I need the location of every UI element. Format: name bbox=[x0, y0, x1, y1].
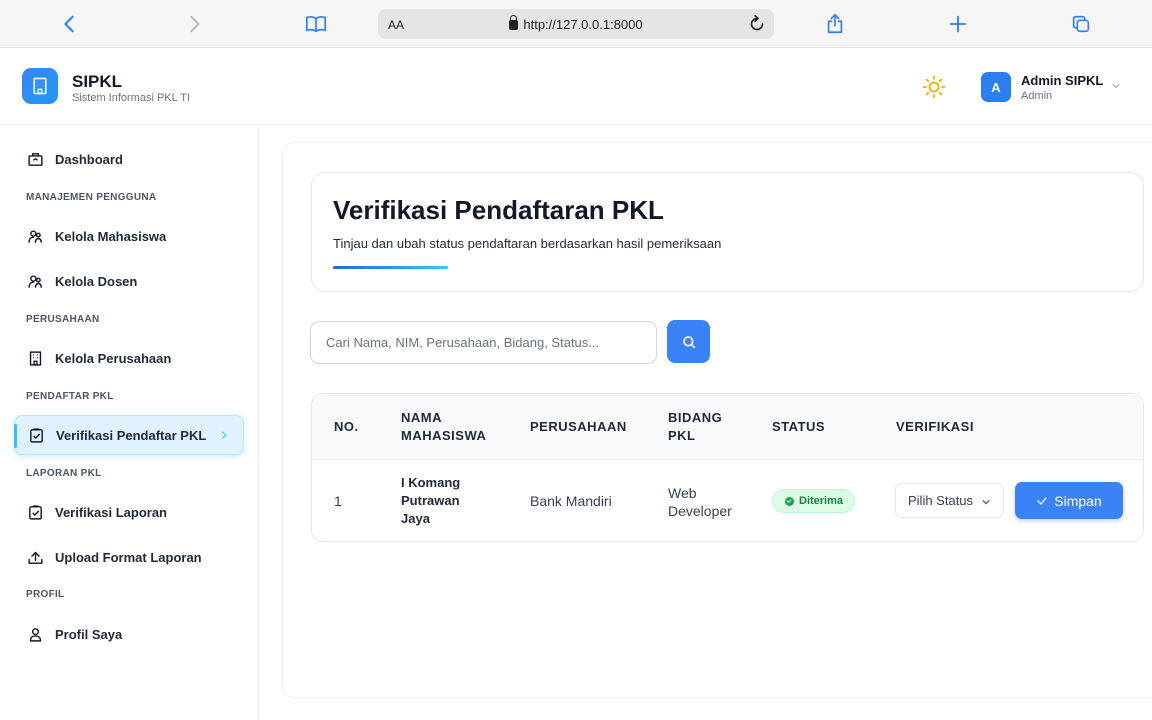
browser-toolbar: AA http://127.0.0.1:8000 bbox=[0, 0, 1152, 48]
page-subtitle: Tinjau dan ubah status pendaftaran berda… bbox=[333, 236, 722, 251]
sidebar-item-label: Kelola Dosen bbox=[55, 273, 138, 289]
check-doc-icon bbox=[26, 503, 44, 521]
tabs-icon[interactable] bbox=[1067, 10, 1095, 38]
registrations-table: NO. NAMA MAHASISWA PERUSAHAAN BIDANG PKL… bbox=[311, 393, 1144, 542]
building-icon bbox=[33, 77, 47, 95]
url-text: http://127.0.0.1:8000 bbox=[378, 15, 774, 32]
chevron-down-icon bbox=[982, 500, 990, 505]
sidebar-item-verifikasi-laporan[interactable]: Verifikasi Laporan bbox=[14, 492, 244, 532]
user-icon bbox=[26, 625, 44, 643]
sidebar-item-label: Dashboard bbox=[55, 151, 123, 167]
cell-perusahaan: Bank Mandiri bbox=[530, 493, 612, 509]
section-heading-pendaftar: PENDAFTAR PKL bbox=[26, 391, 114, 402]
user-avatar[interactable]: A bbox=[981, 72, 1011, 102]
user-name[interactable]: Admin SIPKL bbox=[1021, 73, 1103, 88]
column-header-nama: NAMA MAHASISWA bbox=[401, 409, 486, 445]
bookmarks-icon[interactable] bbox=[302, 10, 330, 38]
app-name: SIPKL bbox=[72, 72, 123, 91]
cell-nama: I Komang Putrawan Jaya bbox=[401, 474, 460, 528]
app-header: SIPKL Sistem Informasi PKL TI A Admin SI… bbox=[0, 48, 1152, 125]
sidebar-item-label: Verifikasi Laporan bbox=[55, 504, 167, 520]
sidebar-item-kelola-perusahaan[interactable]: Kelola Perusahaan bbox=[14, 338, 244, 378]
title-accent-bar bbox=[333, 266, 448, 269]
dashboard-icon bbox=[26, 150, 44, 168]
sidebar-item-profil[interactable]: Profil Saya bbox=[14, 614, 244, 654]
back-icon[interactable] bbox=[56, 10, 84, 38]
column-header-status: STATUS bbox=[772, 419, 826, 434]
section-heading-perusahaan: PERUSAHAAN bbox=[26, 314, 100, 325]
section-heading-profil: PROFIL bbox=[26, 589, 65, 600]
save-button-label: Simpan bbox=[1054, 492, 1102, 509]
column-header-bidang-line: BIDANG bbox=[668, 410, 723, 425]
status-select-value: Pilih Status bbox=[908, 493, 974, 508]
sidebar-item-kelola-dosen[interactable]: Kelola Dosen bbox=[14, 261, 244, 301]
chevron-down-icon[interactable] bbox=[1110, 80, 1122, 92]
column-header-nama-line: NAMA bbox=[401, 410, 442, 425]
column-header-bidang: BIDANG PKL bbox=[668, 409, 722, 445]
save-button[interactable]: Simpan bbox=[1015, 482, 1123, 519]
sidebar-item-label: Profil Saya bbox=[55, 626, 123, 642]
column-header-verifikasi: VERIFIKASI bbox=[896, 419, 974, 434]
check-doc-icon bbox=[27, 426, 45, 444]
sidebar-item-kelola-mahasiswa[interactable]: Kelola Mahasiswa bbox=[14, 216, 244, 256]
sidebar-item-label: Kelola Perusahaan bbox=[55, 350, 172, 366]
app-subtitle: Sistem Informasi PKL TI bbox=[72, 92, 190, 104]
sidebar-item-upload-format[interactable]: Upload Format Laporan bbox=[14, 537, 244, 577]
sidebar-item-label: Upload Format Laporan bbox=[55, 549, 202, 565]
cell-nama-line: Putrawan bbox=[401, 493, 460, 508]
check-circle-icon bbox=[785, 496, 794, 506]
cell-nama-line: I Komang bbox=[401, 475, 461, 490]
share-icon[interactable] bbox=[821, 10, 849, 38]
users-icon bbox=[26, 227, 44, 245]
search-button[interactable] bbox=[667, 320, 710, 363]
column-header-bidang-line: PKL bbox=[668, 428, 696, 443]
reload-icon[interactable] bbox=[746, 13, 768, 35]
column-header-no: NO. bbox=[334, 419, 359, 434]
sidebar-item-label: Verifikasi Pendaftar PKL bbox=[56, 427, 207, 443]
page-title: Verifikasi Pendaftaran PKL bbox=[333, 195, 664, 225]
table-header: NO. NAMA MAHASISWA PERUSAHAAN BIDANG PKL… bbox=[312, 394, 1143, 460]
search-icon bbox=[682, 335, 695, 348]
sidebar-item-dashboard[interactable]: Dashboard bbox=[14, 139, 244, 179]
url-value: http://127.0.0.1:8000 bbox=[523, 17, 643, 32]
upload-icon bbox=[26, 548, 44, 566]
chevron-right-icon bbox=[222, 431, 227, 439]
app-logo[interactable] bbox=[22, 68, 58, 104]
sidebar-item-verifikasi-pendaftar[interactable]: Verifikasi Pendaftar PKL bbox=[14, 415, 244, 455]
section-heading-laporan: LAPORAN PKL bbox=[26, 468, 102, 479]
new-tab-icon[interactable] bbox=[944, 10, 972, 38]
column-header-nama-line: MAHASISWA bbox=[401, 428, 487, 443]
page-header-card bbox=[311, 172, 1144, 292]
sun-icon[interactable] bbox=[922, 75, 946, 99]
section-heading-pengguna: MANAJEMEN PENGGUNA bbox=[26, 192, 157, 203]
user-role: Admin bbox=[1021, 90, 1053, 102]
users-icon bbox=[26, 272, 44, 290]
search-input[interactable] bbox=[310, 321, 657, 364]
check-icon bbox=[1037, 496, 1047, 505]
office-icon bbox=[26, 349, 44, 367]
cell-bidang-line: Web bbox=[668, 485, 697, 501]
lock-icon bbox=[509, 15, 519, 30]
sidebar: Dashboard MANAJEMEN PENGGUNA Kelola Maha… bbox=[0, 125, 259, 720]
status-badge-label: Diterima bbox=[799, 495, 844, 507]
cell-no: 1 bbox=[334, 493, 342, 509]
cell-nama-line: Jaya bbox=[401, 511, 430, 526]
sidebar-item-label: Kelola Mahasiswa bbox=[55, 228, 167, 244]
column-header-perusahaan: PERUSAHAAN bbox=[530, 419, 627, 434]
forward-icon[interactable] bbox=[180, 10, 208, 38]
status-badge: Diterima bbox=[772, 489, 856, 513]
address-bar[interactable]: AA http://127.0.0.1:8000 bbox=[378, 9, 774, 39]
cell-bidang: Web Developer bbox=[668, 484, 732, 520]
cell-bidang-line: Developer bbox=[668, 503, 732, 519]
status-select[interactable]: Pilih Status bbox=[895, 483, 1004, 518]
